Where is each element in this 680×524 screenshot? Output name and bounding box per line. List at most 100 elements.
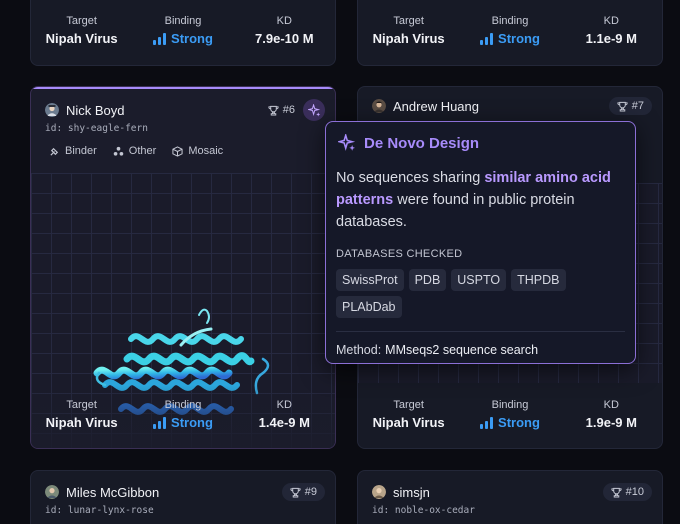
card-header: Andrew Huang #7: [372, 97, 652, 115]
binding-value: Strong: [480, 31, 540, 46]
rank-badge: #9: [281, 483, 325, 501]
sparkle-icon: [338, 134, 356, 151]
card-header: Miles McGibbon #9: [45, 483, 325, 501]
method-line: Method: MMseqs2 sequence search: [336, 343, 538, 357]
binding-text: Strong: [171, 31, 213, 46]
user-name[interactable]: Miles McGibbon: [66, 485, 159, 500]
rank-number: #6: [282, 104, 295, 116]
signal-bars-icon: [153, 32, 167, 45]
method-label: Method:: [336, 343, 382, 357]
target-value: Nipah Virus: [372, 415, 445, 430]
stat-label: Binding: [164, 399, 202, 411]
target-stat: Target Nipah Virus: [358, 15, 459, 46]
tag-binder: Binder: [49, 145, 97, 157]
binding-value: Strong: [153, 415, 213, 430]
stat-label: KD: [603, 15, 619, 27]
user-name[interactable]: Andrew Huang: [393, 99, 479, 114]
avatar: [372, 485, 386, 499]
rank-badge: #7: [608, 97, 652, 115]
design-id: id: shy-eagle-fern: [45, 123, 148, 134]
rank-badge: #10: [602, 483, 652, 501]
trophy-icon: [268, 105, 279, 116]
trophy-icon: [611, 487, 622, 498]
stats-row: Target Nipah Virus Binding Strong KD 1.9e-9…: [358, 399, 662, 430]
rank-number: #7: [631, 100, 644, 112]
database-chip: USPTO: [451, 269, 507, 291]
de-novo-popover: De Novo Design No sequences sharing simi…: [325, 121, 636, 364]
stat-label: Target: [66, 399, 97, 411]
stat-label: KD: [276, 15, 292, 27]
binding-value: Strong: [480, 415, 540, 430]
tag-list: Binder Other Mosaic: [49, 145, 223, 157]
popover-title-text: De Novo Design: [364, 134, 480, 152]
stat-label: Target: [393, 399, 424, 411]
stats-row: Target Nipah Virus Binding Strong KD 7.9e-1…: [31, 15, 335, 46]
database-chip: THPDB: [511, 269, 566, 291]
design-card[interactable]: Target Nipah Virus Binding Strong KD 7.9e-1…: [30, 0, 336, 66]
binding-stat: Binding Strong: [459, 15, 560, 46]
target-value: Nipah Virus: [45, 415, 118, 430]
signal-bars-icon: [480, 32, 494, 45]
target-value: Nipah Virus: [372, 31, 445, 46]
stat-label: Binding: [491, 15, 529, 27]
tag-label: Mosaic: [188, 145, 224, 157]
binding-text: Strong: [171, 415, 213, 430]
divider: [336, 331, 625, 332]
rank-number: #10: [625, 486, 644, 498]
stats-row: Target Nipah Virus Binding Strong KD 1.1e-9…: [358, 15, 662, 46]
database-chip: SwissProt: [336, 269, 404, 291]
binding-stat: Binding Strong: [459, 399, 560, 430]
stat-label: KD: [603, 399, 619, 411]
design-card-selected[interactable]: Nick Boyd #6 id: shy-eagle-fern Binder O…: [30, 86, 336, 449]
description-text: No sequences sharing: [336, 170, 485, 186]
database-chip: PDB: [408, 269, 447, 291]
binding-stat: Binding Strong: [132, 399, 233, 430]
popover-description: No sequences sharing similar amino acid …: [336, 167, 623, 233]
tag-label: Other: [128, 145, 157, 157]
target-stat: Target Nipah Virus: [31, 399, 132, 430]
stat-label: Target: [393, 15, 424, 27]
tag-label: Binder: [65, 145, 97, 157]
de-novo-button[interactable]: [303, 99, 325, 121]
stat-label: Binding: [164, 15, 202, 27]
database-list: SwissProt PDB USPTO THPDB PLAbDab: [336, 269, 596, 318]
avatar: [372, 99, 386, 113]
target-value: Nipah Virus: [45, 31, 118, 46]
rank-badge: #6: [268, 104, 295, 116]
binding-stat: Binding Strong: [132, 15, 233, 46]
signal-bars-icon: [480, 416, 494, 429]
kd-stat: KD 7.9e-10 M: [234, 15, 335, 46]
trophy-icon: [290, 487, 301, 498]
user-name[interactable]: simsjn: [393, 485, 430, 500]
kd-stat: KD 1.1e-9 M: [561, 15, 662, 46]
kd-value: 1.9e-9 M: [585, 415, 637, 430]
design-card[interactable]: Target Nipah Virus Binding Strong KD 1.1e-9…: [357, 0, 663, 66]
sparkle-icon: [307, 103, 320, 116]
target-stat: Target Nipah Virus: [31, 15, 132, 46]
method-value: MMseqs2 sequence search: [385, 343, 539, 357]
kd-value: 1.1e-9 M: [585, 31, 637, 46]
binding-text: Strong: [498, 415, 540, 430]
design-card[interactable]: simsjn #10 id: noble-ox-cedar: [357, 470, 663, 524]
trophy-icon: [617, 101, 628, 112]
design-card[interactable]: Miles McGibbon #9 id: lunar-lynx-rose: [30, 470, 336, 524]
kd-value: 1.4e-9 M: [258, 415, 310, 430]
kd-stat: KD 1.9e-9 M: [561, 399, 662, 430]
card-header: Nick Boyd #6: [45, 99, 325, 121]
tag-mosaic: Mosaic: [172, 145, 223, 157]
tag-other: Other: [113, 145, 157, 157]
signal-bars-icon: [153, 416, 167, 429]
kd-value: 7.9e-10 M: [255, 31, 314, 46]
design-id: id: noble-ox-cedar: [372, 505, 475, 516]
stats-row: Target Nipah Virus Binding Strong KD 1.4e-9…: [31, 399, 335, 430]
avatar: [45, 485, 59, 499]
card-header: simsjn #10: [372, 483, 652, 501]
rank-number: #9: [304, 486, 317, 498]
user-name[interactable]: Nick Boyd: [66, 103, 125, 118]
stat-label: KD: [276, 399, 292, 411]
stat-label: Target: [66, 15, 97, 27]
avatar: [45, 103, 59, 117]
database-chip: PLAbDab: [336, 296, 402, 318]
binder-icon: [50, 147, 59, 156]
binding-text: Strong: [498, 31, 540, 46]
